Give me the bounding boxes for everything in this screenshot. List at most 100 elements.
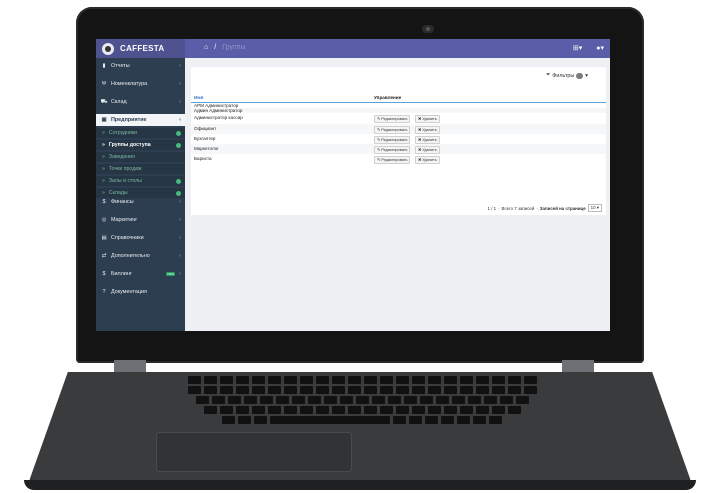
status-dot-icon <box>176 190 181 196</box>
column-header-control: Управление <box>374 95 402 100</box>
chevron-left-icon: ‹ <box>179 99 181 105</box>
delete-button[interactable]: ✖ Удалить <box>415 136 440 144</box>
filters-label: Фильтры <box>552 72 575 79</box>
chevron-left-icon: ‹ <box>179 63 181 69</box>
breadcrumb-current: Группы <box>222 44 246 51</box>
sidebar-item-label: Дополнительно <box>111 253 150 259</box>
group-name[interactable]: Администратор кассир <box>194 115 243 120</box>
sidebar-subitem[interactable]: » Точки продаж <box>96 164 185 174</box>
breadcrumb-separator: / <box>214 44 217 51</box>
delete-button[interactable]: ✖ Удалить <box>415 115 440 123</box>
edit-label: Редактировать <box>381 138 408 142</box>
delete-button[interactable]: ✖ Удалить <box>415 146 440 154</box>
edit-label: Редактировать <box>381 128 408 132</box>
delete-label: Удалить <box>422 128 437 132</box>
square-plus-icon[interactable]: ⊞▾ <box>573 44 582 52</box>
chevron-left-icon: ‹ <box>179 271 181 277</box>
sidebar-item[interactable]: ▣ Предприятие ‹ <box>96 114 185 126</box>
sidebar-subitem[interactable]: » Группы доступа <box>96 140 185 150</box>
table-row: Бухгалтер ✎ Редактировать ✖ Удалить <box>191 134 606 144</box>
question-icon: ? <box>102 289 106 295</box>
edit-button[interactable]: ✎ Редактировать <box>374 136 411 144</box>
double-chevron-icon: » <box>102 166 105 172</box>
filters-toggle[interactable]: ⏷ Фильтры ▾ <box>546 72 588 79</box>
sidebar-item-label: Финансы <box>111 199 134 205</box>
sidebar-subitem[interactable]: » Сотрудники <box>96 128 185 138</box>
sidebar-item[interactable]: $ Биллинг new ‹ <box>96 268 185 280</box>
sidebar-item[interactable]: ⇄ Дополнительно ‹ <box>96 250 185 262</box>
sidebar-subitem[interactable]: » Заведения <box>96 152 185 162</box>
group-name[interactable]: Бухгалтер <box>194 136 215 141</box>
delete-label: Удалить <box>422 148 437 152</box>
sidebar-item-label: Склад <box>111 99 127 105</box>
sidebar-subitem[interactable]: » Залы и столы <box>96 176 185 186</box>
double-chevron-icon: » <box>102 142 105 148</box>
pager-separator: · <box>498 205 500 211</box>
total-records: Всего 7 записей <box>501 205 535 211</box>
laptop-base-edge <box>24 480 696 490</box>
sidebar-item[interactable]: Ψ Номенклатура ‹ <box>96 78 185 90</box>
edit-label: Редактировать <box>381 158 408 162</box>
table-header: Имя Управление <box>191 94 606 103</box>
sidebar-subitem-label: Группы доступа <box>108 142 151 148</box>
logo[interactable]: CAFFESTA <box>96 39 185 58</box>
chevron-left-icon: ‹ <box>179 117 181 123</box>
group-name[interactable]: Маркетолог <box>194 146 219 151</box>
bar-chart-icon: ▮ <box>102 63 106 69</box>
sidebar-item-label: Маркетинг <box>111 217 138 223</box>
group-name[interactable]: Бариста <box>194 156 212 161</box>
sidebar-item[interactable]: ⛟ Склад ‹ <box>96 96 185 108</box>
edit-label: Редактировать <box>381 148 408 152</box>
delete-label: Удалить <box>422 138 437 142</box>
chevron-left-icon: ‹ <box>179 199 181 205</box>
chevron-down-icon: ▾ <box>585 72 588 79</box>
status-dot-icon <box>176 142 181 148</box>
delete-button[interactable]: ✖ Удалить <box>415 126 440 134</box>
status-dot-icon <box>176 178 181 184</box>
edit-button[interactable]: ✎ Редактировать <box>374 146 411 154</box>
breadcrumb: ⌂ / Группы <box>204 44 246 51</box>
delete-label: Удалить <box>422 117 437 121</box>
chevron-left-icon: ‹ <box>179 253 181 259</box>
sidebar-item[interactable]: ▮ Отчеты ‹ <box>96 60 185 72</box>
sliders-icon: ⇄ <box>101 253 107 259</box>
filters-count-badge <box>576 72 584 79</box>
per-page-value: 10 <box>590 205 596 210</box>
truck-icon: ⛟ <box>100 98 108 105</box>
sidebar: ▮ Отчеты ‹ Ψ Номенклатура ‹ ⛟ Склад ‹ ▣ Предприяти… <box>96 58 185 331</box>
edit-button[interactable]: ✎ Редактировать <box>374 126 411 134</box>
sidebar-item-label: Отчеты <box>111 63 130 69</box>
column-header-name[interactable]: Имя <box>194 95 203 100</box>
keyboard <box>82 376 642 426</box>
sidebar-subitem-label: Залы и столы <box>108 178 142 184</box>
group-name[interactable]: Официант <box>194 126 216 131</box>
dollar-icon: $ <box>102 199 106 205</box>
filter-icon: ⏷ <box>545 72 551 78</box>
sidebar-subitem-label: Сотрудники <box>108 130 137 136</box>
edit-button[interactable]: ✎ Редактировать <box>374 115 411 123</box>
double-chevron-icon: » <box>102 190 105 196</box>
touchpad <box>156 432 352 472</box>
sidebar-item-label: Документация <box>111 289 147 295</box>
user-icon[interactable]: ●▾ <box>596 44 604 52</box>
page-indicator: 1 / 1 <box>487 205 497 211</box>
sidebar-subitem[interactable]: » Склады <box>96 188 185 198</box>
chevron-left-icon: ‹ <box>179 217 181 223</box>
table-row: Бариста ✎ Редактировать ✖ Удалить <box>191 154 606 164</box>
app-title: CAFFESTA <box>120 44 165 53</box>
table-row: Маркетолог ✎ Редактировать ✖ Удалить <box>191 144 606 154</box>
double-chevron-icon: » <box>102 154 105 160</box>
webcam <box>422 25 434 33</box>
per-page-select[interactable]: 10 ▾ <box>587 204 602 212</box>
sidebar-item-label: Биллинг <box>111 271 132 277</box>
sidebar-item[interactable]: ▤ Справочники ‹ <box>96 232 185 244</box>
home-icon[interactable]: ⌂ <box>204 44 208 51</box>
delete-label: Удалить <box>422 158 437 162</box>
sidebar-item[interactable]: ? Документация <box>96 286 185 298</box>
sidebar-subitem-label: Заведения <box>108 154 135 160</box>
edit-button[interactable]: ✎ Редактировать <box>374 156 411 164</box>
delete-button[interactable]: ✖ Удалить <box>415 156 440 164</box>
cutlery-icon: Ψ <box>101 81 107 87</box>
topbar-actions: ⊞▾ ●▾ <box>573 44 604 52</box>
sidebar-item[interactable]: ◎ Маркетинг ‹ <box>96 214 185 226</box>
